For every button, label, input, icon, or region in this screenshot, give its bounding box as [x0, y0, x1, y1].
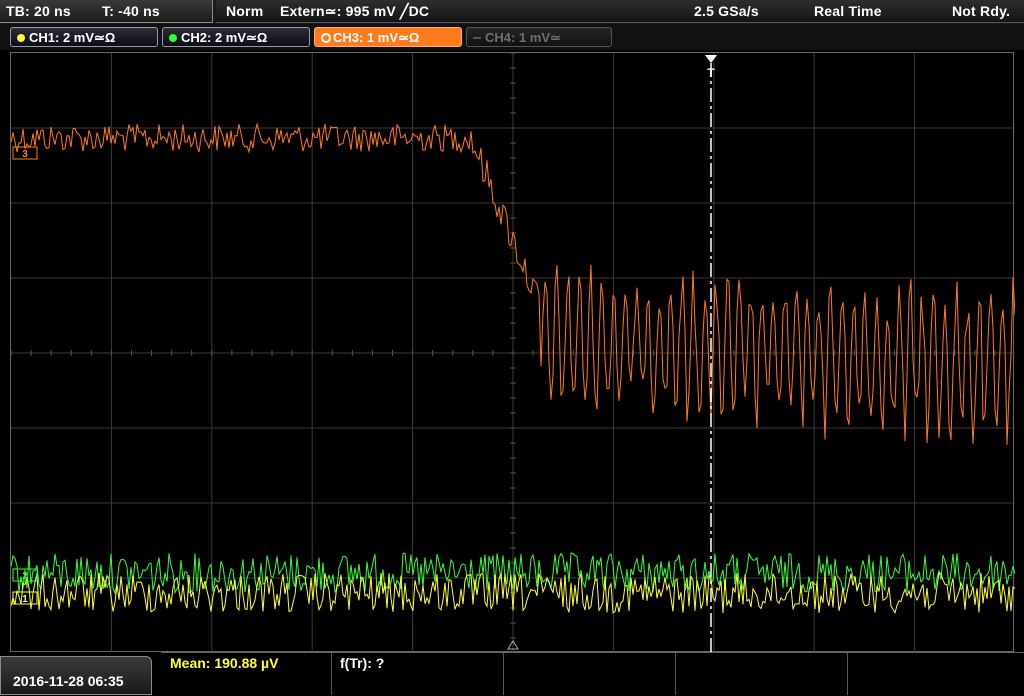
timebase-box[interactable]: TB: 20 ns T: -40 ns: [0, 0, 213, 23]
measurement-3[interactable]: [504, 653, 676, 695]
tab-ch1[interactable]: CH1: 2 mV≃Ω: [10, 27, 158, 47]
tab-ch1-label: CH1: 2 mV≃Ω: [29, 30, 116, 45]
trigger-mode-label[interactable]: Norm: [226, 3, 263, 19]
measurement-1[interactable]: Mean: 190.88 µV: [162, 653, 332, 695]
measurement-1-label: Mean: 190.88 µV: [170, 655, 279, 671]
run-state-label: Not Rdy.: [952, 3, 1011, 19]
sample-rate-label[interactable]: 2.5 GSa/s: [694, 3, 759, 19]
measurement-4[interactable]: [676, 653, 848, 695]
measurement-2-label: f(Tr): ?: [340, 655, 385, 671]
ch4-dash-icon: [473, 37, 481, 39]
trigger-source-label[interactable]: Extern≃: 995 mV ╱DC: [280, 3, 429, 20]
measurement-5[interactable]: [848, 653, 1024, 695]
tab-ch2[interactable]: CH2: 2 mV≃Ω: [162, 27, 310, 47]
measurement-bar: Mean: 190.88 µV f(Tr): ?: [162, 652, 1024, 696]
datetime-box: 2016-11-28 06:35: [0, 656, 152, 695]
time-offset-label[interactable]: T: -40 ns: [102, 3, 160, 19]
datetime-label: 2016-11-28 06:35: [13, 673, 124, 689]
tab-ch2-label: CH2: 2 mV≃Ω: [181, 30, 268, 45]
tab-ch4-label: CH4: 1 mV≃: [485, 30, 561, 45]
ch3-marker: 3: [22, 149, 28, 160]
tab-ch4[interactable]: CH4: 1 mV≃: [466, 27, 612, 47]
ch2-marker: 2: [22, 571, 28, 582]
tab-ch3-label: CH3: 1 mV≃Ω: [333, 30, 420, 45]
measurement-2[interactable]: f(Tr): ?: [332, 653, 504, 695]
timebase-label[interactable]: TB: 20 ns: [6, 3, 71, 19]
ch1-dot-icon: [17, 34, 25, 42]
waveform-display[interactable]: T 3 2 1: [10, 52, 1015, 653]
trigger-marker: T: [707, 66, 715, 80]
tab-ch3[interactable]: CH3: 1 mV≃Ω: [314, 27, 462, 47]
ch3-dot-icon: [321, 33, 331, 43]
trigger-status-box[interactable]: Norm Extern≃: 995 mV ╱DC 2.5 GSa/s Real …: [216, 0, 1024, 23]
channel-tabs: CH1: 2 mV≃Ω CH2: 2 mV≃Ω CH3: 1 mV≃Ω CH4:…: [0, 24, 1024, 50]
status-bar: TB: 20 ns T: -40 ns Norm Extern≃: 995 mV…: [0, 0, 1024, 24]
trigger-arrow-icon: [705, 55, 717, 63]
waveform-canvas[interactable]: T 3 2 1: [11, 53, 1015, 653]
ch1-marker: 1: [22, 594, 28, 605]
acquisition-mode-label[interactable]: Real Time: [814, 3, 882, 19]
ch2-dot-icon: [169, 34, 177, 42]
